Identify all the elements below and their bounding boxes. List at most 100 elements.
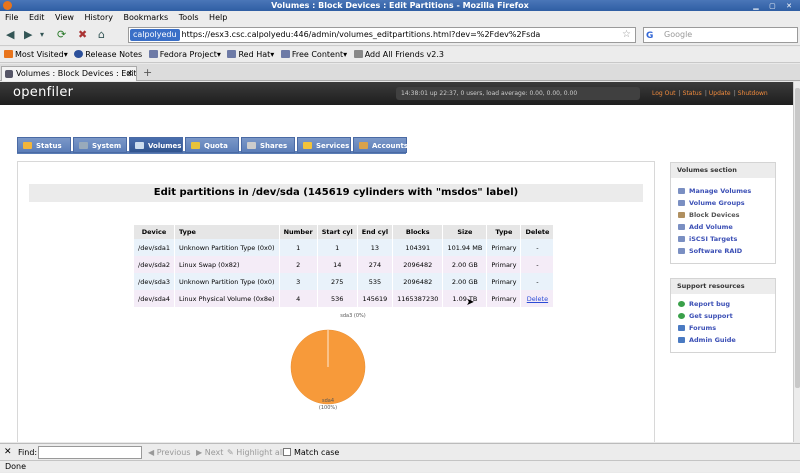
- sidebar-item-admin-guide[interactable]: Admin Guide: [671, 334, 775, 346]
- shutdown-link[interactable]: Shutdown: [738, 90, 768, 97]
- tab-volumes-nav[interactable]: Volumes: [129, 137, 183, 153]
- cell-kind: Primary: [486, 256, 522, 273]
- menu-tools[interactable]: Tools: [179, 11, 199, 24]
- window-titlebar: Volumes : Block Devices : Edit Partition…: [0, 0, 800, 11]
- close-tab-icon[interactable]: ✕: [126, 67, 133, 80]
- bookmark-label: Fedora Project: [159, 50, 217, 59]
- page-icon: [353, 50, 363, 58]
- volume-icon: [678, 248, 685, 254]
- support-resources-panel: Support resources Report bug Get support…: [670, 278, 776, 353]
- cell-start-cyl: 14: [317, 256, 358, 273]
- new-tab-icon[interactable]: +: [143, 66, 152, 79]
- bookmark-label: Free Content: [291, 50, 344, 59]
- bookmark-label: Red Hat: [238, 50, 271, 59]
- mouse-cursor-icon: ➤: [466, 297, 475, 308]
- sidebar-item-label: Software RAID: [689, 247, 743, 255]
- highlight-all-button[interactable]: ✎ Highlight all: [227, 444, 284, 461]
- folder-icon: [227, 50, 237, 58]
- sidebar-item-report-bug[interactable]: Report bug: [671, 298, 775, 310]
- sidebar-item-manage-volumes[interactable]: Manage Volumes: [671, 185, 775, 197]
- scrollbar-thumb[interactable]: [795, 88, 800, 388]
- find-input[interactable]: [38, 446, 142, 459]
- bookmark-star-icon[interactable]: ☆: [622, 28, 631, 42]
- sidebar-item-volume-groups[interactable]: Volume Groups: [671, 197, 775, 209]
- pie-label-sda4-pct: (100%): [318, 405, 338, 411]
- url-bar[interactable]: calpolyedu https://esx3.csc.calpolyedu:44…: [128, 27, 636, 43]
- tab-volumes[interactable]: Volumes : Block Devices : Edit Pa... ✕: [1, 66, 137, 81]
- table-row: /dev/sda2 Linux Swap (0x82) 2 14 274 209…: [134, 256, 555, 273]
- bookmark-free-content[interactable]: Free Content▾: [280, 47, 347, 63]
- reload-icon[interactable]: ⟳: [57, 29, 66, 41]
- tab-services[interactable]: Services: [297, 137, 351, 153]
- home-icon[interactable]: ⌂: [98, 29, 105, 41]
- forward-icon[interactable]: ▶: [24, 29, 32, 41]
- cell-delete: -: [520, 273, 555, 290]
- bookmark-icon: [4, 50, 13, 58]
- delete-partition-link[interactable]: Delete: [527, 295, 548, 303]
- cell-size: 2.00 GB: [442, 273, 488, 290]
- sidebar-item-add-volume[interactable]: Add Volume: [671, 221, 775, 233]
- shares-icon: [247, 142, 256, 149]
- sidebar-item-block-devices[interactable]: Block Devices: [671, 209, 775, 221]
- menu-history[interactable]: History: [85, 11, 113, 24]
- forums-icon: [678, 325, 685, 331]
- menu-edit[interactable]: Edit: [29, 11, 45, 24]
- table-row: /dev/sda4 Linux Physical Volume (0x8e) 4…: [134, 290, 555, 307]
- back-icon[interactable]: ◀: [6, 29, 14, 41]
- tab-shares[interactable]: Shares: [241, 137, 295, 153]
- status-link[interactable]: Status: [683, 90, 702, 97]
- header-links: Log Out | Status | Update | Shutdown: [652, 90, 768, 97]
- tab-status[interactable]: Status: [17, 137, 71, 153]
- menu-file[interactable]: File: [5, 11, 18, 24]
- page-scrollbar[interactable]: [793, 82, 800, 442]
- volumes-section-title: Volumes section: [671, 163, 775, 178]
- tab-label: Quota: [204, 142, 228, 150]
- sidebar-item-iscsi-targets[interactable]: iSCSI Targets: [671, 233, 775, 245]
- bookmark-label: Add All Friends v2.3: [364, 50, 444, 59]
- sidebar-item-forums[interactable]: Forums: [671, 322, 775, 334]
- tab-bar: Volumes : Block Devices : Edit Pa... ✕ +: [0, 64, 800, 81]
- cell-device: /dev/sda4: [134, 290, 175, 307]
- cell-kind: Primary: [486, 239, 522, 256]
- tab-quota[interactable]: Quota: [185, 137, 239, 153]
- sidebar-item-get-support[interactable]: Get support: [671, 310, 775, 322]
- logout-link[interactable]: Log Out: [652, 90, 676, 97]
- sidebar-item-software-raid[interactable]: Software RAID: [671, 245, 775, 257]
- dropdown-icon[interactable]: ▾: [40, 29, 44, 41]
- find-previous-button[interactable]: ◀ Previous: [148, 444, 191, 461]
- tab-accounts[interactable]: Accounts: [353, 137, 409, 153]
- fedora-icon: [74, 50, 84, 58]
- cell-device: /dev/sda2: [134, 256, 175, 273]
- openfiler-logo[interactable]: openfiler: [13, 85, 73, 100]
- menu-help[interactable]: Help: [209, 11, 227, 24]
- bookmark-most-visited[interactable]: Most Visited▾: [4, 47, 68, 63]
- menu-view[interactable]: View: [55, 11, 74, 24]
- disk-icon: [678, 212, 685, 218]
- search-input[interactable]: G Google: [643, 27, 798, 43]
- bookmark-red-hat[interactable]: Red Hat▾: [227, 47, 274, 63]
- tab-label: Accounts: [372, 142, 409, 150]
- update-link[interactable]: Update: [709, 90, 731, 97]
- match-case-checkbox[interactable]: [283, 448, 291, 456]
- bookmark-add-all-friends[interactable]: Add All Friends v2.3: [353, 47, 444, 63]
- tab-system[interactable]: System: [73, 137, 127, 153]
- volumes-section-panel: Volumes section Manage Volumes Volume Gr…: [670, 162, 776, 264]
- tab-label: Services: [316, 142, 350, 150]
- cell-size: 1.09 TB: [442, 290, 488, 307]
- system-icon: [79, 142, 88, 149]
- bookmark-fedora-project[interactable]: Fedora Project▾: [148, 47, 221, 63]
- support-resources-title: Support resources: [671, 279, 775, 294]
- col-end-cyl: End cyl: [357, 225, 394, 239]
- find-bar: ✕ Find: ◀ Previous ▶ Next ✎ Highlight al…: [0, 443, 800, 460]
- close-find-icon[interactable]: ✕: [4, 444, 12, 461]
- sidebar-item-label: Admin Guide: [689, 336, 736, 344]
- find-next-button[interactable]: ▶ Next: [196, 444, 223, 461]
- google-icon[interactable]: G: [646, 29, 653, 43]
- stop-icon[interactable]: ✖: [78, 29, 87, 41]
- sidebar-item-label: iSCSI Targets: [689, 235, 738, 243]
- site-identity[interactable]: calpolyedu: [130, 29, 180, 41]
- sidebar-item-label: Report bug: [689, 300, 731, 308]
- menu-bookmarks[interactable]: Bookmarks: [124, 11, 169, 24]
- bookmark-release-notes[interactable]: Release Notes: [74, 47, 142, 63]
- page-title: Edit partitions in /dev/sda (145619 cyli…: [29, 184, 643, 202]
